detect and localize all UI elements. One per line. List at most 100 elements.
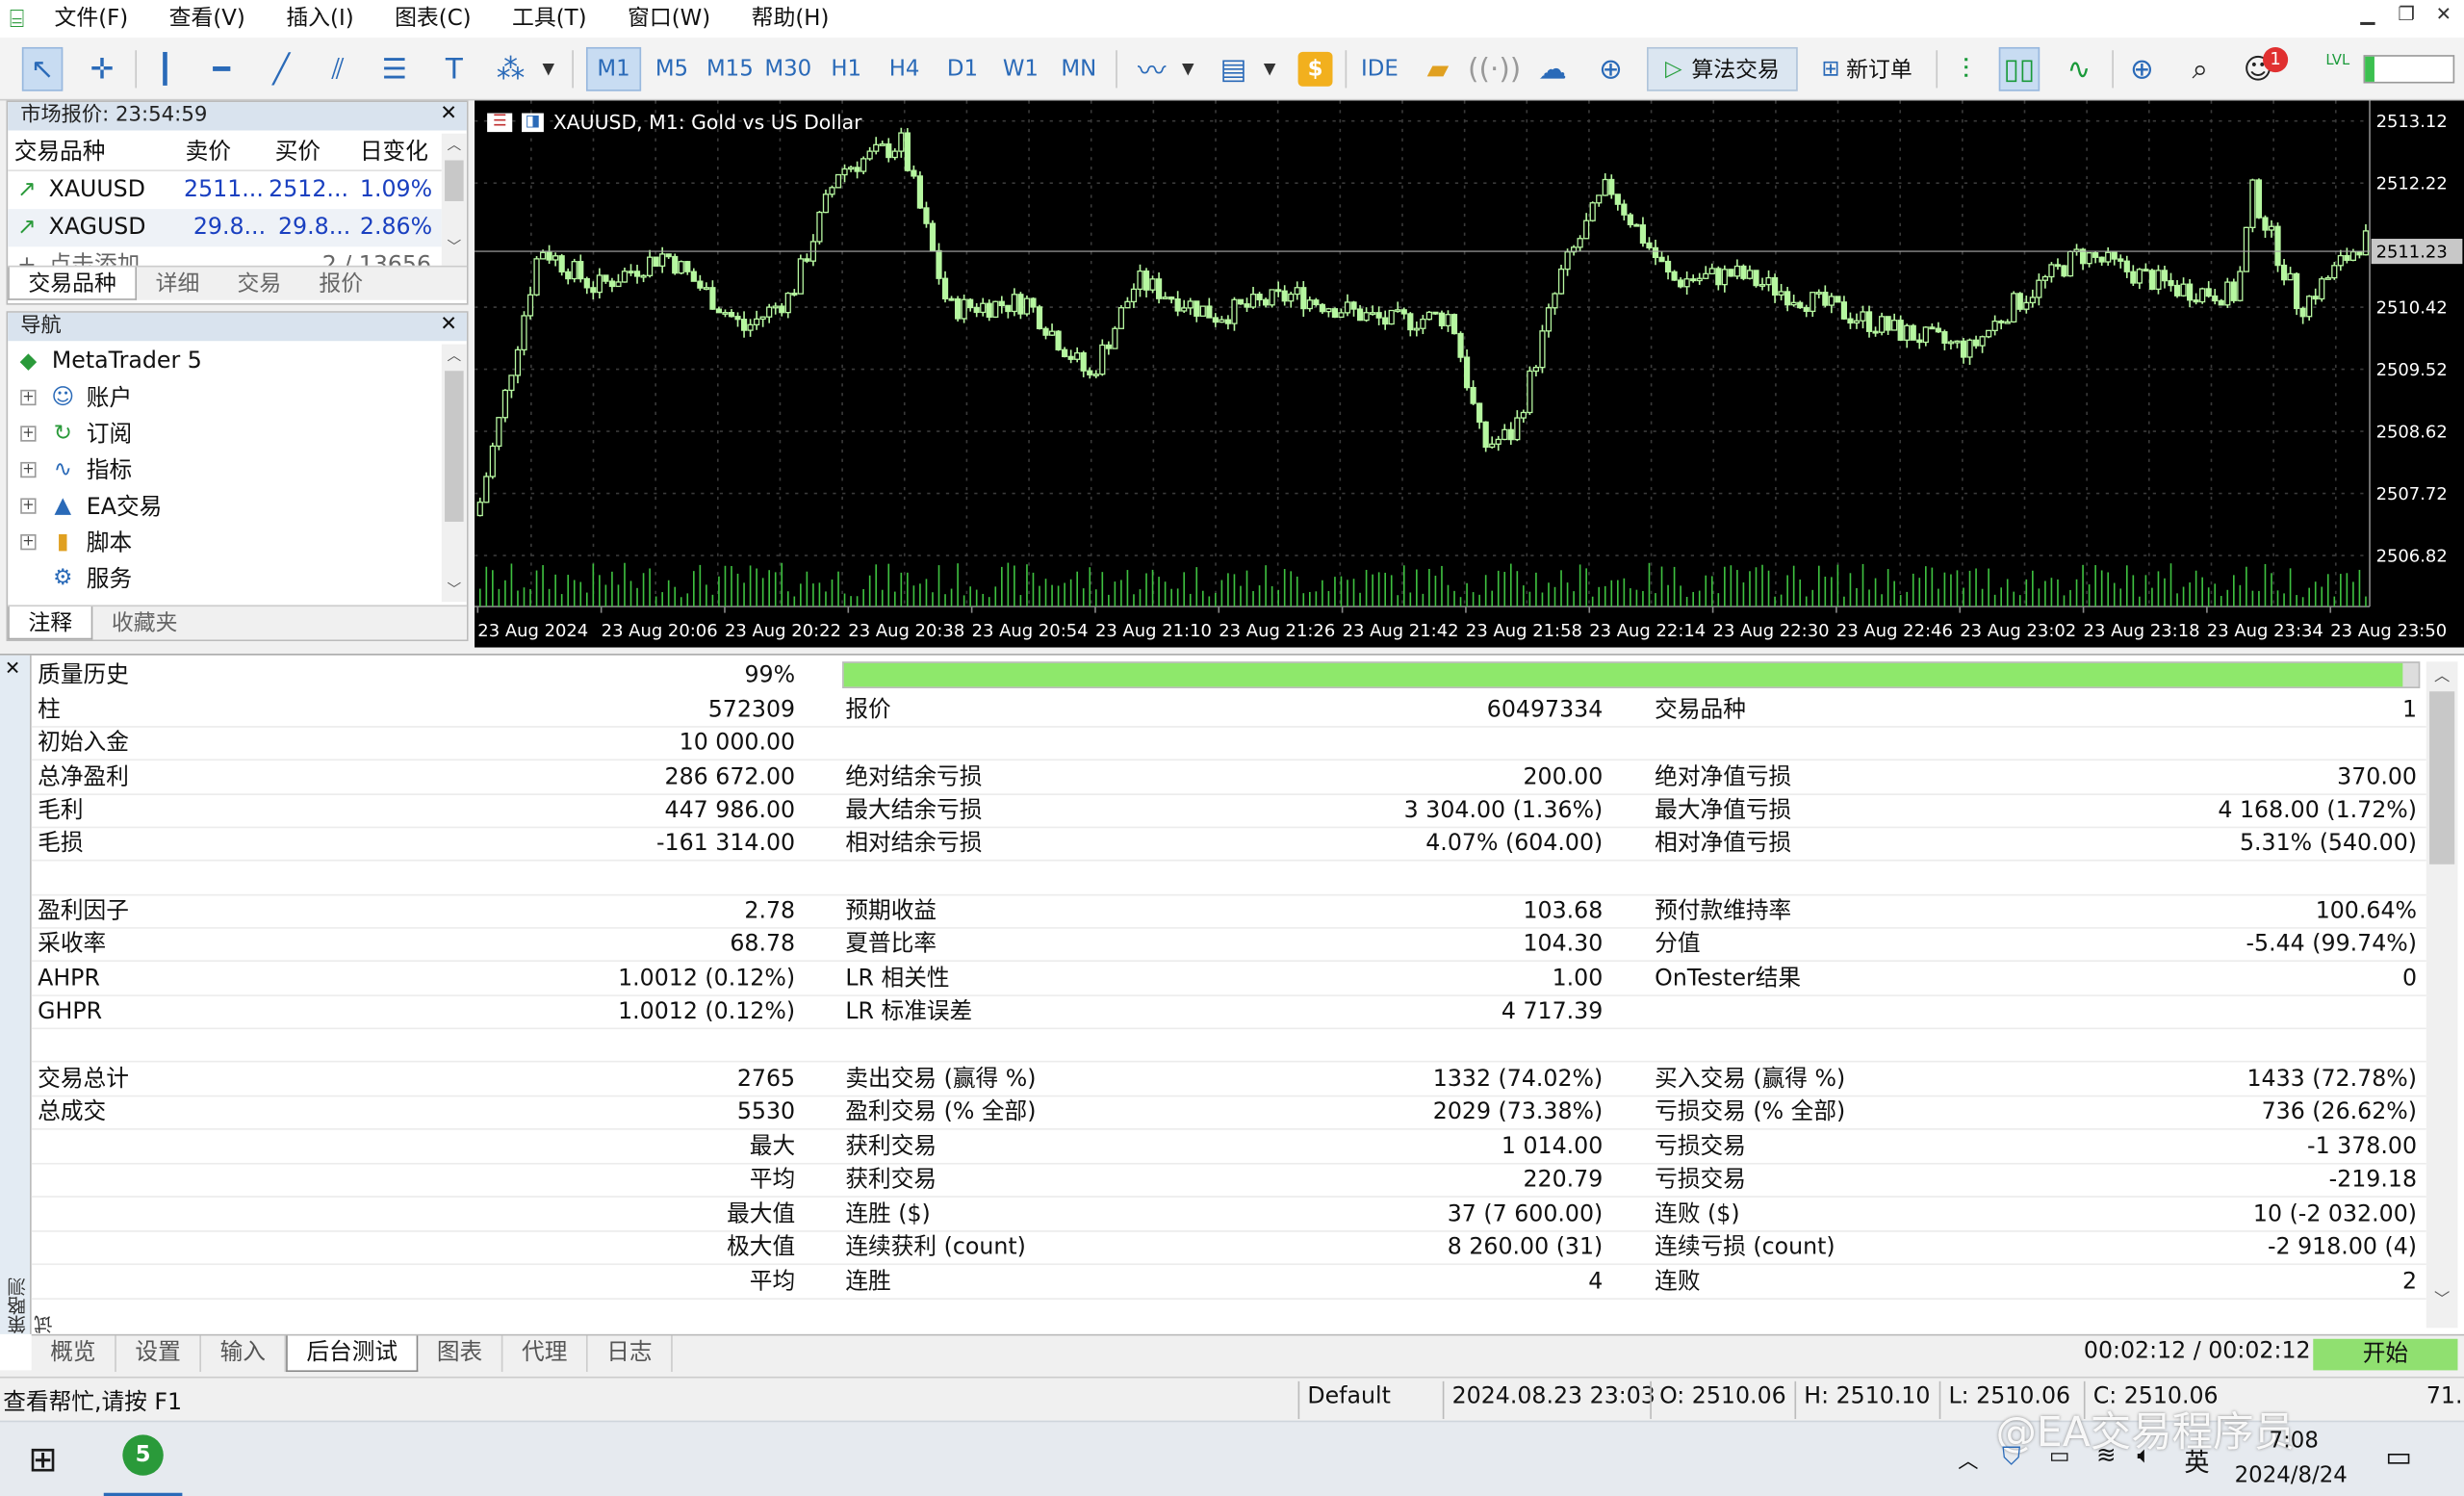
chevron-up-icon[interactable]: ︿ xyxy=(442,344,467,364)
tab-inputs[interactable]: 输入 xyxy=(201,1335,287,1373)
tab-symbols[interactable]: 交易品种 xyxy=(8,267,138,300)
expand-icon[interactable]: + xyxy=(20,533,37,550)
chevron-up-icon[interactable]: ︿ xyxy=(1958,1444,1978,1474)
wifi-icon[interactable]: ≋ xyxy=(2096,1441,2117,1469)
tab-settings[interactable]: 设置 xyxy=(116,1335,201,1373)
horizontal-line-icon[interactable]: ━ xyxy=(201,47,242,91)
battery-icon[interactable]: ▭ xyxy=(2049,1444,2070,1469)
scrollbar[interactable]: ︿ ﹀ xyxy=(441,133,467,266)
crosshair-icon[interactable]: ✛ xyxy=(82,47,122,91)
ide-button[interactable]: IDE xyxy=(1358,47,1402,91)
nav-item-accounts[interactable]: + ☺ 账户 xyxy=(20,378,132,415)
timeframe-m30[interactable]: M30 xyxy=(760,47,815,91)
cloud-icon[interactable]: ☁ xyxy=(1532,47,1573,91)
nav-item-scripts[interactable]: + ▮ 脚本 xyxy=(20,524,132,560)
bar-chart-icon[interactable]: ⫶ xyxy=(1945,47,1986,91)
tab-overview[interactable]: 概览 xyxy=(32,1335,116,1373)
col-change[interactable]: 日变化 xyxy=(360,134,428,171)
col-symbol[interactable]: 交易品种 xyxy=(14,134,106,171)
menu-charts[interactable]: 图表(C) xyxy=(374,0,492,38)
expand-icon[interactable]: + xyxy=(20,425,37,441)
minimize-icon[interactable]: ▁ xyxy=(2360,3,2374,25)
col-bid[interactable]: 卖价 xyxy=(186,134,231,171)
dollar-icon[interactable]: $ xyxy=(1297,51,1333,87)
shapes-icon[interactable]: ⁂ xyxy=(490,47,530,91)
notification-center-icon[interactable]: ▭ xyxy=(2385,1441,2412,1474)
col-ask[interactable]: 买价 xyxy=(275,134,321,171)
chevron-up-icon[interactable]: ︿ xyxy=(2426,661,2458,685)
shield-icon[interactable]: ⛉ xyxy=(2002,1441,2021,1473)
text-tool-icon[interactable]: T xyxy=(434,47,475,91)
vertical-line-icon[interactable]: ┃ xyxy=(144,47,185,91)
timeframe-m5[interactable]: M5 xyxy=(644,47,699,91)
menu-window[interactable]: 窗口(W) xyxy=(607,0,732,38)
menu-help[interactable]: 帮助(H) xyxy=(731,0,849,38)
volume-icon[interactable]: 🔈︎ xyxy=(2137,1441,2151,1469)
trade-panel-icon[interactable]: ☰ xyxy=(487,112,513,132)
chart-type-dropdown-icon[interactable]: ▼ xyxy=(1260,47,1279,91)
channel-icon[interactable]: ⫽ xyxy=(318,47,358,91)
ime-indicator[interactable]: 英 xyxy=(2184,1441,2209,1479)
scrollbar[interactable]: ︿ ﹀ xyxy=(2426,661,2458,1328)
tab-common[interactable]: 注释 xyxy=(8,606,93,640)
menu-file[interactable]: 文件(F) xyxy=(34,0,148,38)
nav-item-experts[interactable]: + ▲ EA交易 xyxy=(20,487,162,524)
timeframe-m1[interactable]: M1 xyxy=(585,46,642,91)
timeframe-mn[interactable]: MN xyxy=(1051,47,1106,91)
start-button[interactable]: 开始 xyxy=(2313,1338,2458,1371)
signals-icon[interactable]: ((·)) xyxy=(1468,47,1521,91)
chevron-up-icon[interactable]: ︿ xyxy=(442,134,467,154)
close-icon[interactable]: ✕ xyxy=(2436,3,2451,25)
search-icon[interactable]: ⌕ xyxy=(2179,47,2220,91)
market-row[interactable]: ↗ XAUUSD 2511... 2512... 1.09% xyxy=(8,171,442,209)
market-row[interactable]: ↗ XAGUSD 29.8... 29.8... 2.86% xyxy=(8,209,442,247)
close-icon[interactable]: ✕ xyxy=(440,313,457,336)
timeframe-w1[interactable]: W1 xyxy=(993,47,1048,91)
menu-view[interactable]: 查看(V) xyxy=(148,0,266,38)
chart-canvas[interactable]: 2513.12 2512.22 2510.42 2509.52 2508.62 2507.… xyxy=(475,100,2464,647)
close-icon[interactable]: ✕ xyxy=(5,657,20,679)
cursor-icon[interactable]: ↖ xyxy=(21,46,64,91)
status-profile[interactable]: Default xyxy=(1307,1384,1391,1409)
nav-item-subscriptions[interactable]: + ↻ 订阅 xyxy=(20,415,132,451)
tab-trading[interactable]: 交易 xyxy=(218,268,300,300)
tab-ticks[interactable]: 报价 xyxy=(300,268,382,300)
add-symbol-row[interactable]: + 点击添加 2 / 13656 xyxy=(8,246,442,266)
tab-details[interactable]: 详细 xyxy=(137,268,218,300)
tab-favorites[interactable]: 收藏夹 xyxy=(92,606,196,639)
nav-item-indicators[interactable]: + ∿ 指标 xyxy=(20,451,132,487)
expand-icon[interactable]: + xyxy=(20,497,37,513)
fibonacci-icon[interactable]: ☰ xyxy=(374,47,415,91)
close-icon[interactable]: ✕ xyxy=(440,102,457,125)
vps-icon[interactable]: ⊕ xyxy=(1590,47,1630,91)
timeframe-d1[interactable]: D1 xyxy=(935,47,989,91)
clock-time[interactable]: 7:08 xyxy=(2270,1429,2319,1454)
line-chart-icon[interactable]: ∿ xyxy=(2059,47,2099,91)
tab-agents[interactable]: 代理 xyxy=(502,1335,588,1373)
menu-insert[interactable]: 插入(I) xyxy=(266,0,374,38)
chevron-down-icon[interactable]: ﹀ xyxy=(442,236,467,256)
chevron-down-icon[interactable]: ﹀ xyxy=(2426,1285,2458,1309)
zoom-in-icon[interactable]: ⊕ xyxy=(2121,47,2162,91)
scrollbar[interactable]: ︿ ﹀ xyxy=(441,344,467,603)
expand-icon[interactable]: + xyxy=(20,461,37,477)
shapes-dropdown-icon[interactable]: ▼ xyxy=(539,47,558,91)
indicator-dropdown-icon[interactable]: ▼ xyxy=(1178,47,1197,91)
chevron-down-icon[interactable]: ﹀ xyxy=(442,579,467,599)
nav-item-services[interactable]: ⚙ 服务 xyxy=(49,559,132,596)
tab-graph[interactable]: 图表 xyxy=(418,1335,503,1373)
trendline-icon[interactable]: ╱ xyxy=(261,47,301,91)
candlestick-icon[interactable]: ▯▯ xyxy=(1998,46,2040,91)
tab-backtest[interactable]: 后台测试 xyxy=(286,1335,419,1373)
nav-root[interactable]: ◆ MetaTrader 5 xyxy=(14,343,202,379)
windows-start-icon[interactable]: ⊞ xyxy=(28,1441,57,1481)
timeframe-h1[interactable]: H1 xyxy=(819,47,874,91)
clock-date[interactable]: 2024/8/24 xyxy=(2235,1463,2348,1488)
new-order-button[interactable]: ⊞ 新订单 xyxy=(1808,47,1927,91)
timeframe-m15[interactable]: M15 xyxy=(703,47,757,91)
indicator-icon[interactable]: 〰 xyxy=(1132,47,1172,91)
market-bag-icon[interactable]: ▰ xyxy=(1418,47,1458,91)
chart-type-icon[interactable]: ▤ xyxy=(1213,47,1253,91)
expand-icon[interactable]: + xyxy=(20,389,37,405)
algo-trading-button[interactable]: ▷ 算法交易 xyxy=(1647,46,1798,91)
